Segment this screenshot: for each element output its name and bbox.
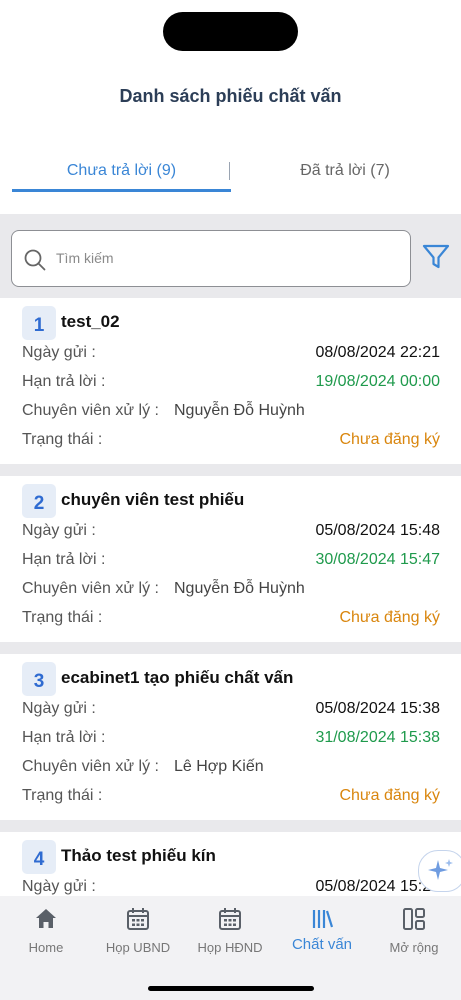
nav-chat-van[interactable]: Chất vấn	[276, 904, 368, 964]
sent-date-row: Ngày gửi : 05/08/2024 15:26	[22, 878, 440, 896]
list-item[interactable]: 3 ecabinet1 tạo phiếu chất vấn Ngày gửi …	[0, 654, 461, 820]
calendar-icon	[127, 908, 149, 930]
sent-date-row: Ngày gửi : 05/08/2024 15:38	[22, 700, 440, 722]
card-title: chuyên viên test phiếu	[61, 490, 245, 509]
deadline-label: Hạn trả lời :	[22, 373, 106, 390]
dynamic-island	[163, 12, 298, 51]
sent-date-value: 08/08/2024 22:21	[315, 344, 440, 361]
specialist-label: Chuyên viên xử lý :	[22, 580, 159, 597]
status-label: Trạng thái :	[22, 787, 103, 804]
nav-label: Mở rộng	[389, 940, 439, 955]
deadline-value: 30/08/2024 15:47	[315, 551, 440, 568]
deadline-label: Hạn trả lời :	[22, 551, 106, 568]
sent-date-value: 05/08/2024 15:38	[315, 700, 440, 717]
home-indicator	[148, 986, 314, 991]
status-row: Trạng thái : Chưa đăng ký	[22, 431, 440, 453]
nav-hop-ubnd[interactable]: Họp UBND	[92, 904, 184, 964]
index-badge: 4	[22, 840, 56, 874]
specialist-label: Chuyên viên xử lý :	[22, 758, 159, 775]
specialist-row: Chuyên viên xử lý : Lê Hợp Kiến	[22, 758, 440, 780]
deadline-value: 19/08/2024 00:00	[315, 373, 440, 390]
card-title: ecabinet1 tạo phiếu chất vấn	[61, 668, 294, 687]
tab-divider	[229, 162, 230, 180]
deadline-row: Hạn trả lời : 31/08/2024 15:38	[22, 729, 440, 751]
deadline-label: Hạn trả lời :	[22, 729, 106, 746]
specialist-row: Chuyên viên xử lý : Nguyễn Đỗ Huỳnh	[22, 580, 440, 602]
bottom-navigation: Home Họp UBND Họp HĐND Chất vấn Mở rộng	[0, 896, 461, 1000]
specialist-value: Nguyễn Đỗ Huỳnh	[174, 580, 305, 597]
status-label: Trạng thái :	[22, 609, 103, 626]
sent-date-label: Ngày gửi :	[22, 344, 96, 361]
sent-date-label: Ngày gửi :	[22, 522, 96, 539]
search-placeholder: Tìm kiếm	[56, 250, 114, 266]
page-title: Danh sách phiếu chất vấn	[119, 86, 342, 106]
nav-label: Họp HĐND	[197, 940, 263, 955]
filter-icon[interactable]	[421, 242, 451, 272]
specialist-row: Chuyên viên xử lý : Nguyễn Đỗ Huỳnh	[22, 402, 440, 424]
specialist-value: Nguyễn Đỗ Huỳnh	[174, 402, 305, 419]
index-badge: 3	[22, 662, 56, 696]
content-area: Tìm kiếm 1 test_02 Ngày gửi : 08/08/2024…	[0, 214, 461, 896]
sent-date-row: Ngày gửi : 05/08/2024 15:48	[22, 522, 440, 544]
sent-date-label: Ngày gửi :	[22, 878, 96, 895]
status-value: Chưa đăng ký	[339, 609, 440, 626]
specialist-label: Chuyên viên xử lý :	[22, 402, 159, 419]
status-label: Trạng thái :	[22, 431, 103, 448]
library-icon	[312, 910, 334, 928]
nav-label: Home	[28, 940, 64, 955]
calendar-icon	[219, 908, 241, 930]
list-item[interactable]: 4 Thảo test phiếu kín Ngày gửi : 05/08/2…	[0, 832, 461, 896]
card-title: Thảo test phiếu kín	[61, 846, 216, 865]
card-title: test_02	[61, 312, 120, 331]
nav-mo-rong[interactable]: Mở rộng	[368, 904, 460, 964]
search-bar: Tìm kiếm	[0, 214, 461, 298]
ai-assistant-button[interactable]	[418, 850, 461, 892]
sent-date-row: Ngày gửi : 08/08/2024 22:21	[22, 344, 440, 366]
sent-date-value: 05/08/2024 15:48	[315, 522, 440, 539]
sparkle-icon	[428, 859, 453, 880]
tab-bar: Chưa trả lời (9) Đã trả lời (7)	[0, 150, 461, 194]
specialist-value: Lê Hợp Kiến	[174, 758, 264, 775]
list-item[interactable]: 2 chuyên viên test phiếu Ngày gửi : 05/0…	[0, 476, 461, 642]
nav-hop-hdnd[interactable]: Họp HĐND	[184, 904, 276, 964]
sent-date-label: Ngày gửi :	[22, 700, 96, 717]
tab-answered[interactable]: Đã trả lời (7)	[240, 150, 450, 192]
nav-label: Họp UBND	[105, 940, 171, 955]
status-row: Trạng thái : Chưa đăng ký	[22, 787, 440, 809]
home-icon	[36, 909, 56, 928]
deadline-row: Hạn trả lời : 30/08/2024 15:47	[22, 551, 440, 573]
deadline-row: Hạn trả lời : 19/08/2024 00:00	[22, 373, 440, 395]
index-badge: 1	[22, 306, 56, 340]
status-value: Chưa đăng ký	[339, 787, 440, 804]
deadline-value: 31/08/2024 15:38	[315, 729, 440, 746]
tab-unanswered[interactable]: Chưa trả lời (9)	[12, 150, 231, 192]
search-input[interactable]: Tìm kiếm	[11, 230, 411, 287]
index-badge: 2	[22, 484, 56, 518]
list-item[interactable]: 1 test_02 Ngày gửi : 08/08/2024 22:21 Hạ…	[0, 298, 461, 464]
grid-layout-icon	[403, 908, 425, 930]
search-icon	[24, 249, 46, 271]
nav-home[interactable]: Home	[0, 904, 92, 964]
status-value: Chưa đăng ký	[339, 431, 440, 448]
status-row: Trạng thái : Chưa đăng ký	[22, 609, 440, 631]
nav-label: Chất vấn	[291, 936, 353, 953]
